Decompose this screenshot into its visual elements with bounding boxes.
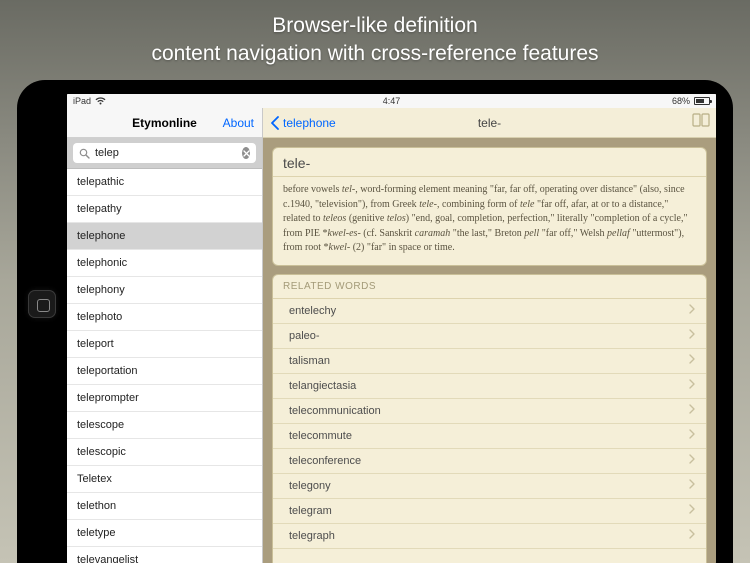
search-icon [79,148,90,159]
related-list[interactable]: entelechy paleo-talisman telangiectasia tel… [273,299,706,563]
headword: tele- [273,148,706,177]
related-label: talisman [289,355,330,367]
related-row[interactable]: entelechy [273,299,706,324]
chevron-right-icon [689,504,696,517]
sidebar-header: Etymonline About [67,108,262,138]
word-row[interactable]: teletype [67,520,262,547]
related-label: paleo- [289,330,320,342]
device-label: iPad [73,96,91,106]
chevron-right-icon [689,479,696,492]
about-button[interactable]: About [223,116,254,130]
related-row[interactable]: telangiectasia [273,374,706,399]
search-field[interactable] [73,143,256,163]
clear-icon[interactable] [242,147,250,159]
word-row[interactable]: telephony [67,277,262,304]
related-row[interactable]: telegony [273,474,706,499]
word-row[interactable]: televangelist [67,547,262,563]
home-button[interactable] [28,290,56,318]
related-label: telegony [289,480,331,492]
sidebar: Etymonline About telepathictelepathyte [67,108,263,563]
word-row[interactable]: telethon [67,493,262,520]
word-row[interactable]: telepathic [67,169,262,196]
chevron-left-icon [269,115,283,131]
word-list[interactable]: telepathictelepathytelephonetelephonicte… [67,169,262,563]
chevron-right-icon [689,429,696,442]
related-card: RELATED WORDS entelechy paleo-talisman tel… [272,274,707,563]
word-row[interactable]: telepathy [67,196,262,223]
related-row[interactable]: telegraph [273,524,706,549]
chevron-right-icon [689,304,696,317]
chevron-right-icon [689,454,696,467]
chevron-right-icon [689,404,696,417]
main-pane: telephone tele- tele- before vowels tel-… [263,108,716,563]
related-label: telecommute [289,430,352,442]
word-row[interactable]: teleport [67,331,262,358]
back-label: telephone [283,116,336,130]
word-row[interactable]: teleportation [67,358,262,385]
chevron-right-icon [689,379,696,392]
search-bar [67,138,262,169]
battery-pct: 68% [672,96,690,106]
word-row[interactable]: telescope [67,412,262,439]
definition-body: before vowels tel-, word-forming element… [273,177,706,265]
status-bar: iPad 4:47 68% [67,94,716,108]
related-label: telegram [289,505,332,517]
screen: iPad 4:47 68% Etymonline About [67,94,716,563]
definition-card: tele- before vowels tel-, word-forming e… [272,147,707,266]
book-icon[interactable] [692,113,710,132]
related-header: RELATED WORDS [273,275,706,299]
promo-line-2: content navigation with cross-reference … [0,40,750,68]
clock: 4:47 [273,96,510,106]
main-body: tele- before vowels tel-, word-forming e… [263,138,716,563]
promo-line-1: Browser-like definition [0,12,750,40]
battery-icon [694,97,710,105]
app-title: Etymonline [132,116,197,130]
related-label: telegraph [289,530,335,542]
related-label: telecommunication [289,405,381,417]
main-header: telephone tele- [263,108,716,138]
wifi-icon [95,97,105,105]
related-row[interactable]: telegram [273,499,706,524]
word-row[interactable]: teleprompter [67,385,262,412]
related-label: entelechy [289,305,336,317]
word-row[interactable]: telephoto [67,304,262,331]
word-row[interactable]: telephonic [67,250,262,277]
related-row[interactable]: teleconference [273,449,706,474]
word-row[interactable]: telephone [67,223,262,250]
related-row[interactable]: paleo- [273,324,706,349]
word-row[interactable]: Teletex [67,466,262,493]
chevron-right-icon [689,529,696,542]
related-row[interactable]: telecommunication [273,399,706,424]
device-frame: iPad 4:47 68% Etymonline About [17,80,733,563]
related-label: telangiectasia [289,380,356,392]
back-button[interactable]: telephone [269,115,336,131]
search-input[interactable] [95,147,237,159]
related-label: teleconference [289,455,361,467]
related-row[interactable]: telecommute [273,424,706,449]
word-row[interactable]: telescopic [67,439,262,466]
related-row[interactable]: talisman [273,349,706,374]
chevron-right-icon [689,354,696,367]
chevron-right-icon [689,329,696,342]
promo-text: Browser-like definition content navigati… [0,12,750,69]
